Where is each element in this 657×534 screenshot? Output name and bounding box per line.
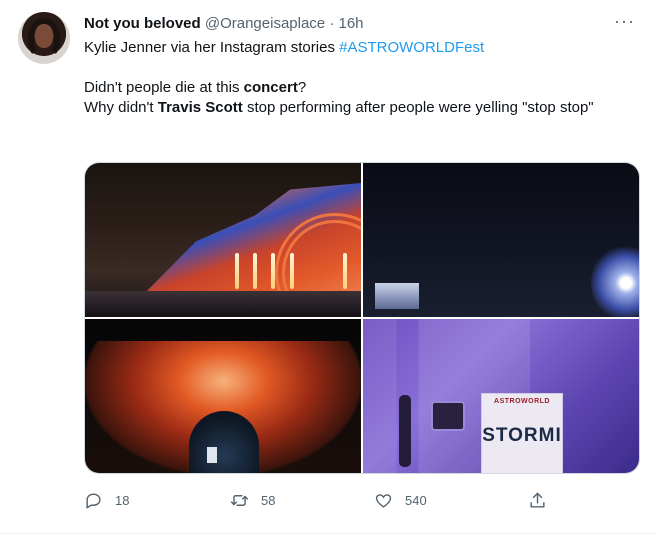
bold-travis-scott: Travis Scott <box>157 99 243 116</box>
hashtag-link[interactable]: #ASTROWORLDFest <box>339 39 484 56</box>
tweet-card[interactable]: Not you beloved @Orangeisaplace · 16h ··… <box>0 0 657 534</box>
stage-light <box>591 243 639 317</box>
retweet-button[interactable]: 58 <box>230 488 275 512</box>
reply-count: 18 <box>115 492 130 508</box>
text-fragment: Why didn't <box>84 99 158 116</box>
sign-name-text: STORMI <box>482 425 562 446</box>
retweet-count: 58 <box>261 492 276 508</box>
avatar-face <box>35 24 53 48</box>
tweet-text-line2: Didn't people die at this concert? <box>84 78 644 98</box>
like-count: 540 <box>405 492 427 508</box>
share-icon <box>530 492 545 508</box>
tweet-header: Not you beloved @Orangeisaplace · 16h <box>84 14 364 34</box>
separator-dot: · <box>329 15 335 32</box>
tweet-text: Kylie Jenner via her Instagram stories #… <box>84 38 644 118</box>
volcano-stage-image[interactable] <box>85 319 361 473</box>
stormi-sign: ASTROWORLD STORMI <box>481 393 563 473</box>
tweet-time[interactable]: 16h <box>339 15 364 32</box>
text-fragment: stop performing after people were yellin… <box>242 99 594 116</box>
media-grid: ASTROWORLD STORMI <box>84 162 640 474</box>
door-handle <box>431 401 465 431</box>
tweet-text-line3: Why didn't Travis Scott stop performing … <box>84 98 644 118</box>
flame <box>343 253 347 289</box>
tweet-text-line1: Kylie Jenner via her Instagram stories #… <box>84 38 644 58</box>
flame <box>235 253 239 289</box>
reply-icon <box>86 492 101 509</box>
stage-doorway <box>189 411 259 473</box>
stage-fireworks-image[interactable] <box>85 163 361 317</box>
door-bar <box>399 395 411 467</box>
text-fragment: ? <box>297 79 307 96</box>
flame <box>271 253 275 289</box>
sign-logo-text: ASTROWORLD <box>494 398 550 405</box>
flame <box>253 253 257 289</box>
tweet-text-intro: Kylie Jenner via her Instagram stories <box>84 39 340 56</box>
flame <box>290 253 294 289</box>
bold-concert: concert <box>243 79 298 96</box>
phone-screen <box>375 283 419 309</box>
author-name[interactable]: Not you beloved <box>84 15 201 32</box>
crowd <box>85 291 361 317</box>
trailer-door-image[interactable]: ASTROWORLD STORMI <box>363 319 639 473</box>
like-button[interactable]: 540 <box>374 488 427 512</box>
retweet-icon <box>230 494 249 506</box>
share-button[interactable] <box>528 488 547 512</box>
performer-figure <box>207 447 217 463</box>
like-icon <box>375 493 392 508</box>
text-fragment: Didn't people die at this <box>84 79 244 96</box>
action-bar: 18 58 540 <box>84 488 644 512</box>
more-icon[interactable]: ··· <box>614 12 635 30</box>
dark-crowd-image[interactable] <box>363 163 639 317</box>
reply-button[interactable]: 18 <box>84 488 129 512</box>
avatar[interactable] <box>18 12 70 64</box>
author-handle[interactable]: @Orangeisaplace <box>205 15 325 32</box>
